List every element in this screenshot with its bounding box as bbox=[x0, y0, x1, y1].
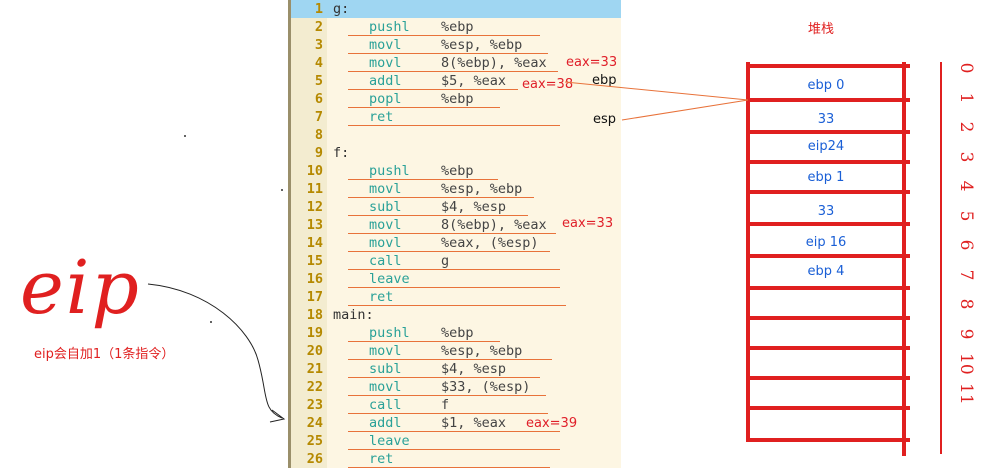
eip-arrow-curve bbox=[147, 283, 283, 419]
arrows-overlay bbox=[147, 81, 749, 423]
esp-pointer-line bbox=[621, 99, 749, 121]
ebp-pointer-line bbox=[564, 81, 749, 101]
stray-dot bbox=[184, 135, 186, 137]
stray-dot bbox=[210, 321, 212, 323]
stray-dot bbox=[281, 189, 283, 191]
